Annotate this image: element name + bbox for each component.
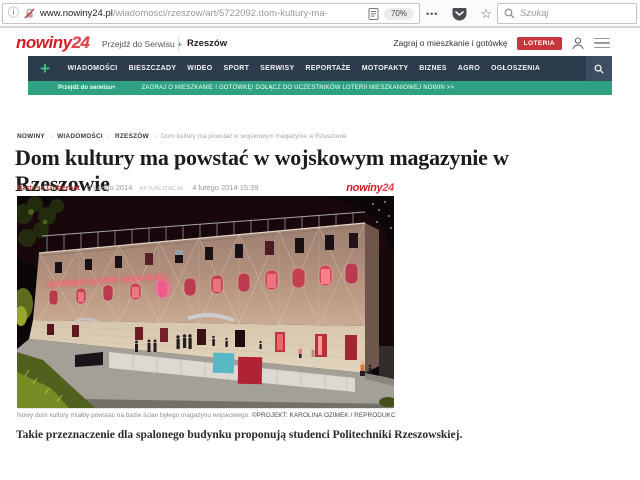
breadcrumb-city[interactable]: RZESZÓW — [115, 133, 149, 140]
promo-bar[interactable]: Przejdź do serwisu+ ZAGRAJ O MIESZKANIE … — [28, 81, 612, 95]
nav-items: WIADOMOŚCIBIESZCZADYWIDEOSPORTSERWISYREP… — [62, 56, 546, 81]
red-panel — [238, 357, 262, 384]
reader-mode-icon[interactable] — [368, 8, 379, 20]
insecure-lock-icon[interactable] — [24, 8, 35, 19]
zoom-level-badge[interactable]: 70% — [384, 8, 414, 20]
image-caption: Nowy dom kultury miałby powstać na bazie… — [17, 412, 395, 419]
nav-item[interactable]: SERWISY — [255, 65, 300, 72]
chevron-right-icon: › — [154, 133, 156, 140]
breadcrumb-current: Dom kultury ma powstać w wojskowym magaz… — [161, 133, 347, 140]
promo-bar-text[interactable]: ZAGRAJ O MIESZKANIE I GOTÓWKĘ! DOŁĄCZ DO… — [142, 85, 455, 91]
main-nav: + WIADOMOŚCIBIESZCZADYWIDEOSPORTSERWISYR… — [28, 56, 612, 81]
nav-item[interactable]: BIESZCZADY — [123, 65, 182, 72]
article-image[interactable]: CENTRUM KULTURY DZIECIĘCEJ CENTRUM KULTU… — [17, 196, 394, 409]
url-bar[interactable]: ⓘ www.nowiny24.pl/wiadomosci/rzeszow/art… — [2, 3, 420, 24]
update-date: 4 lutego 2014 15:39 — [192, 183, 258, 192]
site-header: nowiny24 Przejdź do Serwisu + Rzeszów Za… — [0, 30, 640, 56]
nav-item[interactable]: WIDEO — [182, 65, 218, 72]
loteria-button[interactable]: LOTERIA — [517, 37, 562, 50]
article-lead: Takie przeznaczenie dla spalonego budynk… — [16, 429, 611, 441]
nav-item[interactable]: WIADOMOŚCI — [62, 65, 123, 72]
user-account-icon[interactable] — [571, 36, 585, 50]
window-glow — [154, 279, 172, 297]
author-link[interactable]: Bartosz Gubernat — [17, 183, 80, 192]
search-icon — [504, 8, 515, 19]
update-label: AKTUALIZACJA: — [139, 186, 185, 192]
page-actions-icon[interactable]: ••• — [426, 9, 438, 19]
search-icon — [594, 64, 604, 74]
nav-search-button[interactable] — [586, 56, 612, 81]
nav-plus-button[interactable]: + — [28, 56, 62, 81]
promo-bar-left-label[interactable]: Przejdź do serwisu+ — [58, 85, 116, 91]
breadcrumb: NOWINY › WIADOMOŚCI › RZESZÓW › Dom kult… — [17, 133, 347, 140]
image-credit: ©PROJEKT: KAROLINA OZIMEK / REPRODUKCJA:… — [252, 412, 395, 419]
header-divider — [178, 36, 179, 51]
nav-item[interactable]: OGŁOSZENIA — [485, 65, 545, 72]
byline: Bartosz Gubernat 5 lutego 2014 AKTUALIZA… — [17, 181, 394, 193]
goto-service-link[interactable]: Przejdź do Serwisu + — [102, 39, 182, 49]
hamburger-menu-icon[interactable] — [594, 38, 610, 49]
teal-panel — [213, 353, 235, 374]
header-right: Zagraj o mieszkanie i gotówkę LOTERIA — [393, 30, 610, 56]
publish-date: 5 lutego 2014 — [87, 183, 132, 192]
breadcrumb-home[interactable]: NOWINY — [17, 133, 45, 140]
browser-window: ⓘ www.nowiny24.pl/wiadomosci/rzeszow/art… — [0, 0, 640, 480]
nav-item[interactable]: BIZNES — [414, 65, 452, 72]
url-text[interactable]: www.nowiny24.pl/wiadomosci/rzeszow/art/5… — [40, 8, 363, 19]
nav-item[interactable]: AGRO — [452, 65, 485, 72]
bookmark-star-icon[interactable]: ☆ — [480, 7, 492, 20]
chevron-right-icon: › — [50, 133, 52, 140]
browser-search-input[interactable] — [520, 8, 630, 19]
toolbar-buttons: ••• ☆ — [426, 3, 492, 24]
city-selector[interactable]: Rzeszów — [187, 38, 227, 49]
building-rendering: CENTRUM KULTURY DZIECIĘCEJ CENTRUM KULTU… — [17, 196, 394, 408]
chevron-right-icon: › — [108, 133, 110, 140]
byline-brand-logo: nowiny24 — [346, 182, 394, 194]
browser-search-box[interactable] — [497, 3, 637, 24]
nav-spacer — [546, 56, 586, 81]
nav-item[interactable]: MOTOFAKTY — [356, 65, 414, 72]
header-promo-link[interactable]: Zagraj o mieszkanie i gotówkę — [393, 38, 507, 48]
site-logo[interactable]: nowiny24 — [16, 33, 89, 53]
url-fade — [337, 8, 363, 19]
site-info-icon[interactable]: ⓘ — [8, 8, 19, 19]
browser-toolbar: ⓘ www.nowiny24.pl/wiadomosci/rzeszow/art… — [0, 0, 640, 28]
nav-item[interactable]: SPORT — [218, 65, 255, 72]
nav-item[interactable]: REPORTAŻE — [300, 65, 356, 72]
breadcrumb-news[interactable]: WIADOMOŚCI — [57, 133, 103, 140]
pocket-icon[interactable] — [452, 7, 467, 21]
